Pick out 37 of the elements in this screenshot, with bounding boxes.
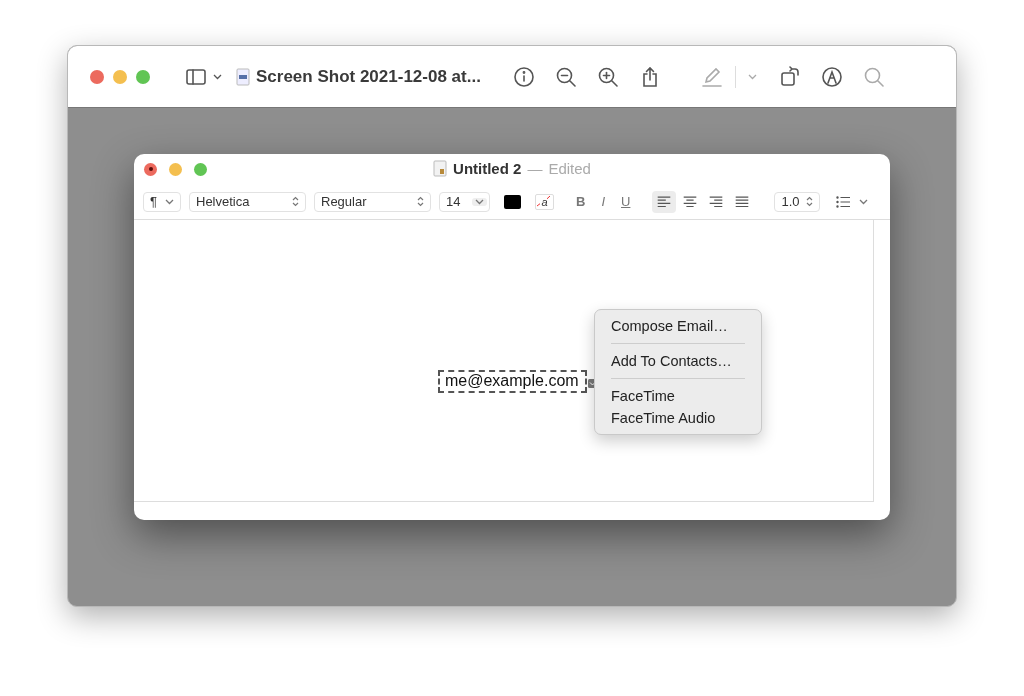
- menu-item[interactable]: FaceTime: [595, 385, 761, 407]
- document-title: Screen Shot 2021-12-08 at...: [256, 66, 481, 87]
- markup-icon[interactable]: [820, 65, 843, 88]
- stepper-icon: [292, 196, 299, 207]
- close-button[interactable]: [144, 162, 157, 176]
- info-icon[interactable]: [512, 65, 535, 88]
- edited-status: Edited: [548, 160, 591, 177]
- underline-button[interactable]: U: [617, 194, 635, 209]
- title-separator: —: [527, 160, 543, 177]
- font-family-select[interactable]: Helvetica: [189, 191, 306, 212]
- chevron-icon: [475, 198, 484, 205]
- paragraph-style-button[interactable]: ¶: [143, 191, 181, 212]
- zoom-in-icon[interactable]: [596, 65, 619, 88]
- chevron-icon: [213, 73, 222, 80]
- chevron-icon: [747, 73, 757, 80]
- stepper-icon: [806, 196, 814, 207]
- menu-item[interactable]: FaceTime Audio: [595, 407, 761, 429]
- stepper-icon: [417, 196, 424, 207]
- background-color-well[interactable]: a: [535, 193, 554, 210]
- bold-button[interactable]: B: [572, 194, 590, 209]
- document-title: Untitled 2: [453, 160, 522, 177]
- align-button[interactable]: [652, 190, 677, 213]
- line-spacing-select[interactable]: 1.0: [774, 191, 821, 212]
- italic-button[interactable]: I: [597, 194, 609, 209]
- menu-item[interactable]: Add To Contacts…: [595, 350, 761, 372]
- chevron-icon: [859, 198, 869, 205]
- font-size-field[interactable]: 14: [439, 191, 490, 212]
- chevron-icon: [165, 198, 174, 205]
- menu-item[interactable]: Compose Email…: [595, 315, 761, 337]
- rotate-icon[interactable]: [778, 65, 801, 88]
- text-color-well[interactable]: [504, 194, 521, 209]
- document-icon: [433, 160, 448, 177]
- document-icon: [236, 67, 250, 86]
- font-style-select[interactable]: Regular: [314, 191, 431, 212]
- list-icon[interactable]: [836, 195, 852, 208]
- email-address[interactable]: me@example.com: [438, 370, 587, 393]
- zoom-out-icon[interactable]: [554, 65, 577, 88]
